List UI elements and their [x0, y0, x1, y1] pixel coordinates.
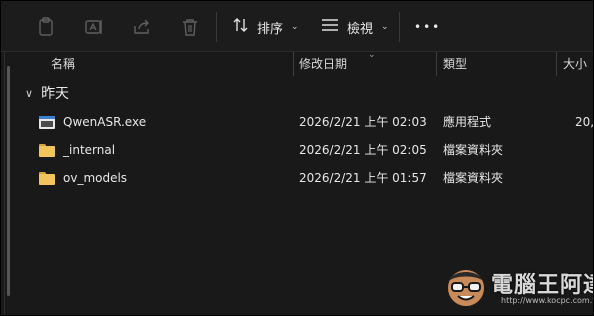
file-name: ov_models — [63, 171, 128, 185]
paste-icon[interactable] — [35, 16, 57, 38]
sort-indicator-icon: ⌄ — [368, 50, 376, 60]
delete-icon[interactable] — [179, 16, 201, 38]
application-icon — [39, 115, 55, 129]
file-explorer-window: 排序 ⌄ 檢視 ⌄ ••• 名稱 ⌄ 修改日期 類型 大小 ∨ 昨天 QwenA… — [0, 0, 594, 316]
scrollbar[interactable] — [7, 66, 10, 296]
file-row[interactable]: QwenASR.exe 2026/2/21 上午 02:03 應用程式 20,4 — [11, 108, 594, 136]
column-divider[interactable] — [436, 52, 437, 76]
file-name: _internal — [63, 143, 116, 157]
chevron-down-icon: ⌄ — [291, 22, 299, 32]
sort-icon — [233, 17, 249, 37]
column-divider[interactable] — [556, 52, 557, 76]
watermark-title: 電腦王阿達 — [491, 273, 593, 298]
toolbar-separator — [216, 12, 217, 42]
group-header[interactable]: ∨ 昨天 — [25, 83, 69, 103]
file-date: 2026/2/21 上午 01:57 — [299, 171, 427, 185]
column-header: 名稱 ⌄ 修改日期 類型 大小 — [11, 50, 593, 76]
folder-icon — [39, 171, 55, 185]
view-icon — [321, 18, 339, 36]
rename-icon[interactable] — [83, 16, 105, 38]
file-row[interactable]: ov_models 2026/2/21 上午 01:57 檔案資料夾 — [11, 164, 593, 192]
sort-button[interactable]: 排序 ⌄ — [233, 14, 299, 40]
sort-label: 排序 — [257, 21, 284, 37]
file-size: 20,4 — [575, 115, 594, 129]
navigation-pane-edge — [4, 52, 5, 315]
file-type: 檔案資料夾 — [443, 143, 504, 157]
column-type[interactable]: 類型 — [443, 52, 467, 76]
chevron-down-icon: ⌄ — [381, 22, 389, 32]
watermark-url: http://www.kocpc.com.tw — [501, 296, 594, 305]
watermark: 電腦王阿達 http://www.kocpc.com.tw — [441, 263, 594, 311]
more-icon: ••• — [414, 20, 442, 34]
folder-icon — [39, 143, 55, 157]
chevron-down-icon: ∨ — [25, 86, 34, 100]
group-label: 昨天 — [41, 86, 70, 102]
view-button[interactable]: 檢視 ⌄ — [321, 14, 389, 40]
file-date: 2026/2/21 上午 02:05 — [299, 143, 427, 157]
file-date: 2026/2/21 上午 02:03 — [299, 115, 427, 129]
column-name[interactable]: 名稱 — [51, 52, 75, 76]
file-name: QwenASR.exe — [63, 115, 147, 129]
file-type: 應用程式 — [443, 115, 492, 129]
view-label: 檢視 — [347, 21, 374, 37]
file-type: 檔案資料夾 — [443, 171, 504, 185]
more-options-button[interactable]: ••• — [414, 14, 441, 40]
toolbar-separator — [399, 12, 400, 42]
command-bar: 排序 ⌄ 檢視 ⌄ ••• — [1, 1, 593, 52]
file-row[interactable]: _internal 2026/2/21 上午 02:05 檔案資料夾 — [11, 136, 593, 164]
column-divider[interactable] — [293, 52, 294, 76]
column-size[interactable]: 大小 — [563, 52, 587, 76]
share-icon[interactable] — [131, 16, 153, 38]
column-date-modified[interactable]: 修改日期 — [299, 52, 347, 76]
